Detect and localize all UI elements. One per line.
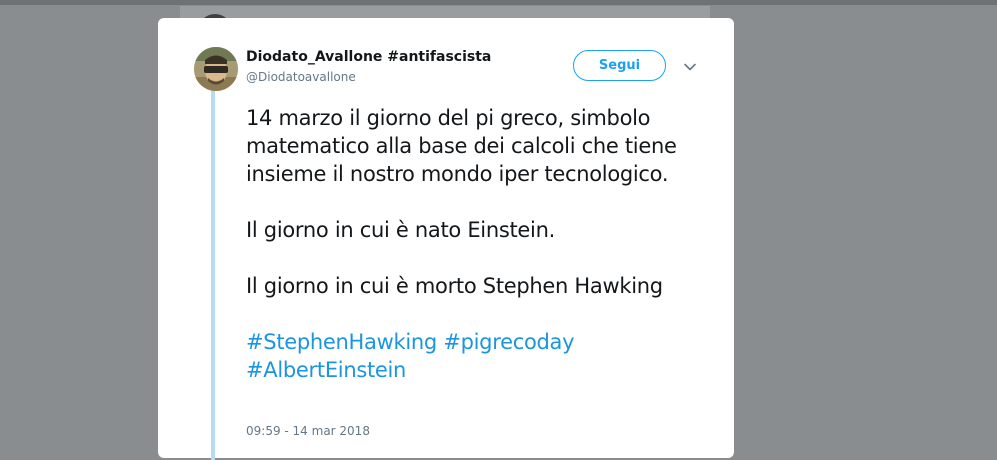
hashtag-link[interactable]: #pigrecoday (443, 330, 574, 354)
tweet-text: 14 marzo il giorno del pi greco, simbolo… (246, 104, 716, 384)
tweet-timestamp[interactable]: 09:59 - 14 mar 2018 (246, 424, 370, 438)
hashtag-list: #StephenHawking #pigrecoday #AlbertEinst… (246, 328, 716, 384)
hashtag-link[interactable]: #StephenHawking (246, 330, 437, 354)
chevron-down-icon (684, 63, 696, 71)
tweet-card: Diodato_Avallone #antifascista @Diodatoa… (158, 18, 734, 460)
browser-edge (0, 0, 997, 5)
follow-button[interactable]: Segui (573, 50, 666, 81)
thread-line (211, 90, 215, 460)
tweet-paragraph: 14 marzo il giorno del pi greco, simbolo… (246, 106, 677, 186)
tweet-paragraph: Il giorno in cui è morto Stephen Hawking (246, 274, 663, 298)
user-avatar-icon (194, 47, 238, 91)
tweet-paragraph: Il giorno in cui è nato Einstein. (246, 218, 555, 242)
author-display-name[interactable]: Diodato_Avallone #antifascista (246, 49, 491, 65)
hashtag-link[interactable]: #AlbertEinstein (246, 358, 406, 382)
tweet-menu-button[interactable] (681, 58, 699, 76)
author-handle[interactable]: @Diodatoavallone (246, 70, 356, 84)
author-avatar[interactable] (194, 47, 238, 91)
